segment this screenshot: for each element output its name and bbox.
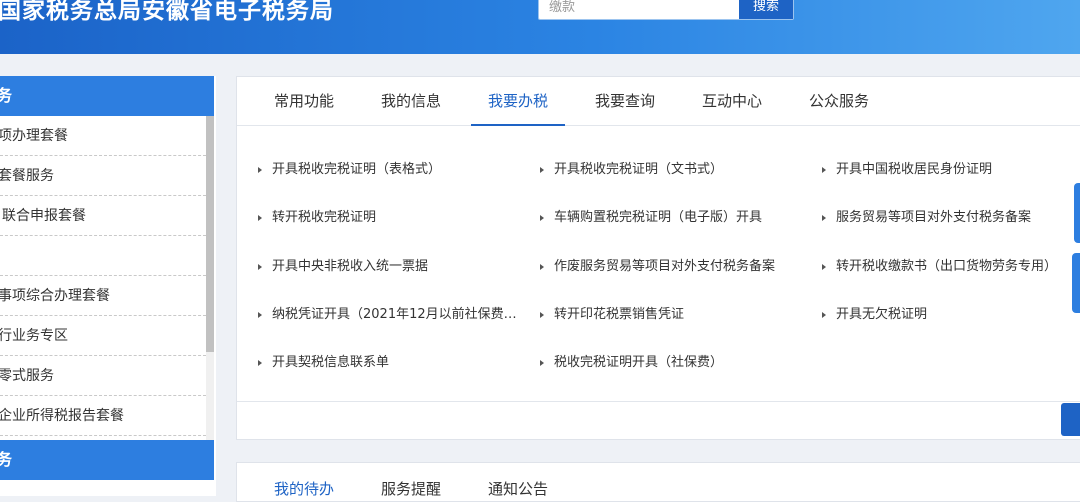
service-link[interactable]: 开具中央非税收入统一票据	[258, 257, 428, 277]
sidebar-item[interactable]: 企业所得税报告套餐	[0, 396, 206, 436]
search-input[interactable]	[539, 0, 749, 19]
tab-common[interactable]: 常用功能	[274, 77, 334, 125]
sidebar-item[interactable]	[0, 236, 206, 276]
sidebar-section-title: 务	[0, 450, 13, 469]
search-box: 搜索	[538, 0, 794, 20]
tab-my-info[interactable]: 我的信息	[381, 77, 441, 125]
sidebar-item-label: 事项综合办理套餐	[0, 288, 110, 304]
service-link[interactable]: 开具契税信息联系单	[258, 353, 389, 373]
sidebar-item-label: 企业所得税报告套餐	[0, 408, 124, 424]
sidebar-item-label: 行业务专区	[0, 328, 68, 344]
sidebar-item-label: 项办理套餐	[0, 128, 68, 144]
sidebar-scrollbar[interactable]	[206, 116, 214, 440]
sidebar-list: 项办理套餐 套餐服务 联合申报套餐 事项综合办理套餐 行业务专区 零式服务 企业…	[0, 116, 206, 440]
sidebar-section-header[interactable]: 务	[0, 440, 214, 480]
service-link[interactable]: 开具税收完税证明（表格式）	[258, 160, 441, 180]
side-float-tab[interactable]	[1072, 253, 1080, 313]
service-link[interactable]: 转开税收完税证明	[258, 208, 376, 228]
main-tabs: 常用功能 我的信息 我要办税 我要查询 互动中心 公众服务	[237, 77, 1080, 126]
service-link[interactable]: 作废服务贸易等项目对外支付税务备案	[540, 257, 775, 277]
service-link[interactable]: 转开印花税票销售凭证	[540, 305, 684, 325]
tab-public-service[interactable]: 公众服务	[809, 77, 869, 125]
sidebar-item-label: 零式服务	[0, 368, 54, 384]
sidebar-item[interactable]: 零式服务	[0, 356, 206, 396]
sidebar-item[interactable]: 联合申报套餐	[0, 196, 206, 236]
service-links: 开具税收完税证明（表格式） 开具税收完税证明（文书式） 开具中国税收居民身份证明…	[237, 125, 1080, 402]
service-link[interactable]: 纳税凭证开具（2021年12月以前社保费…	[258, 305, 517, 325]
notice-panel: 我的待办 服务提醒 通知公告	[236, 462, 1080, 502]
service-link[interactable]: 开具税收完税证明（文书式）	[540, 160, 723, 180]
service-link[interactable]: 车辆购置税完税证明（电子版）开具	[540, 208, 762, 228]
scrollbar-thumb[interactable]	[206, 116, 214, 352]
service-link[interactable]: 开具无欠税证明	[822, 305, 927, 325]
service-link[interactable]: 开具中国税收居民身份证明	[822, 160, 992, 180]
sidebar-item[interactable]: 行业务专区	[0, 316, 206, 356]
site-header: 国家税务总局安徽省电子税务局 搜索	[0, 0, 1080, 54]
tab-interaction[interactable]: 互动中心	[702, 77, 762, 125]
main-panel: 常用功能 我的信息 我要办税 我要查询 互动中心 公众服务 开具税收完税证明（表…	[236, 76, 1080, 440]
more-button[interactable]	[1061, 403, 1080, 436]
service-link[interactable]: 转开税收缴款书（出口货物劳务专用）	[822, 257, 1057, 277]
tab-query[interactable]: 我要查询	[595, 77, 655, 125]
sidebar-item[interactable]: 套餐服务	[0, 156, 206, 196]
side-float-tab[interactable]	[1074, 183, 1080, 243]
sidebar-item-label: 套餐服务	[0, 168, 54, 184]
site-title: 国家税务总局安徽省电子税务局	[0, 0, 334, 24]
service-link[interactable]: 税收完税证明开具（社保费）	[540, 353, 723, 373]
service-link[interactable]: 服务贸易等项目对外支付税务备案	[822, 208, 1031, 228]
tab-tax-handling[interactable]: 我要办税	[470, 77, 566, 126]
search-button[interactable]: 搜索	[739, 0, 793, 19]
sidebar-item-label: 联合申报套餐	[2, 208, 86, 224]
sidebar-section-title: 务	[0, 86, 13, 105]
sidebar-item[interactable]: 项办理套餐	[0, 116, 206, 156]
sidebar-item[interactable]: 事项综合办理套餐	[0, 276, 206, 316]
sidebar: 务 项办理套餐 套餐服务 联合申报套餐 事项综合办理套餐 行业务专区 零式服务 …	[0, 76, 216, 496]
sidebar-section-header[interactable]: 务	[0, 76, 214, 116]
